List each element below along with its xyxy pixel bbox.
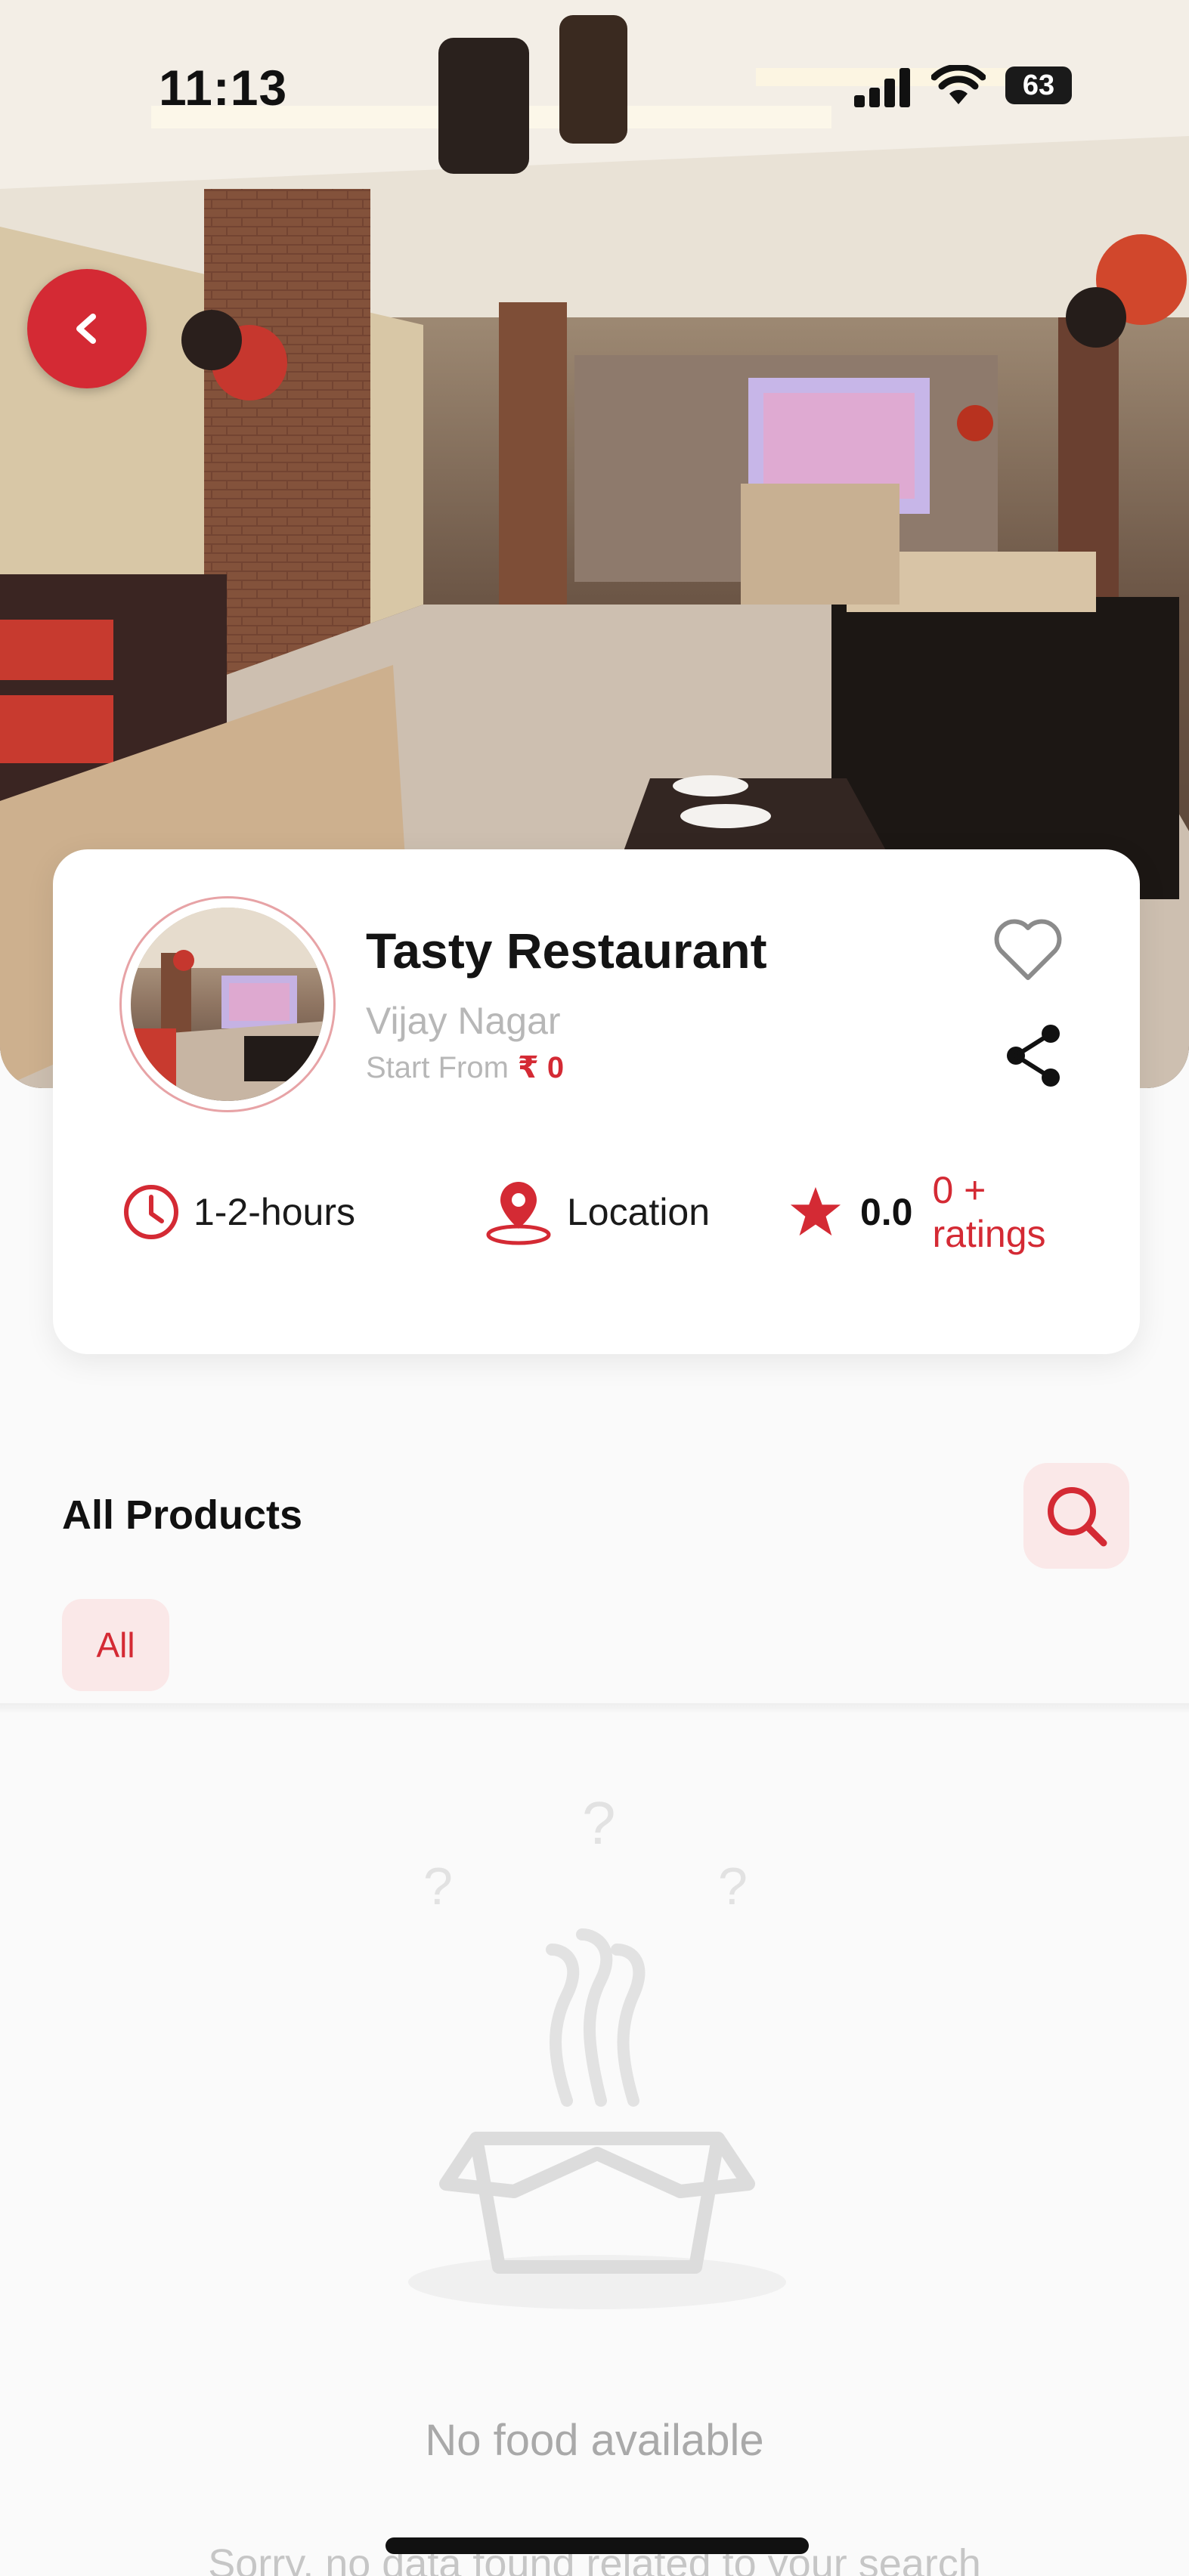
section-divider: [0, 1703, 1189, 1714]
status-time: 11:13: [159, 60, 288, 116]
location-link[interactable]: Location: [484, 1174, 710, 1250]
category-chip-all[interactable]: All: [62, 1599, 169, 1691]
clock-icon: [124, 1185, 178, 1239]
svg-text:?: ?: [582, 1798, 616, 1857]
wifi-icon: [931, 65, 986, 104]
all-products-title: All Products: [62, 1492, 303, 1538]
battery-indicator: 63: [1005, 66, 1072, 104]
location-pin-icon: [486, 1182, 551, 1245]
empty-state-title: No food available: [425, 2416, 764, 2465]
ratings-count: 0 + ratings: [932, 1169, 1046, 1255]
chevron-left-icon: [76, 314, 96, 344]
svg-text:?: ?: [423, 1857, 453, 1916]
share-icon: [1007, 1025, 1060, 1087]
heart-outline-icon: [994, 919, 1062, 980]
favorite-button[interactable]: [990, 913, 1066, 985]
restaurant-info-card: Tasty Restaurant Vijay Nagar Start From ₹…: [53, 849, 1140, 1354]
cellular-signal-icon: [854, 68, 910, 107]
delivery-time-label: 1-2-hours: [194, 1191, 355, 1233]
svg-text:?: ?: [718, 1857, 748, 1916]
delivery-time: 1-2-hours: [122, 1174, 355, 1250]
rating-summary: 0.0 0 + ratings: [788, 1169, 1105, 1255]
back-button[interactable]: [27, 269, 147, 388]
empty-box-illustration: ? ? ?: [408, 1798, 786, 2309]
restaurant-meta-row: 1-2-hours Location 0.0 0 + ratings: [122, 1169, 1105, 1255]
status-bar: 11:13 63: [0, 0, 1189, 174]
share-button[interactable]: [1002, 1022, 1066, 1090]
restaurant-avatar: [119, 896, 336, 1112]
start-from-row: Start From ₹ 0: [366, 1050, 564, 1085]
start-from-label: Start From: [366, 1051, 509, 1084]
restaurant-area: Vijay Nagar: [366, 1000, 561, 1042]
start-price: ₹ 0: [517, 1051, 565, 1084]
star-icon: [790, 1186, 841, 1236]
avatar-photo: [131, 908, 324, 1101]
rating-value: 0.0: [859, 1191, 913, 1233]
location-label: Location: [567, 1191, 711, 1233]
restaurant-name: Tasty Restaurant: [366, 923, 767, 979]
search-icon: [1048, 1487, 1107, 1547]
home-indicator: [385, 2537, 809, 2554]
search-button[interactable]: [1023, 1463, 1129, 1569]
